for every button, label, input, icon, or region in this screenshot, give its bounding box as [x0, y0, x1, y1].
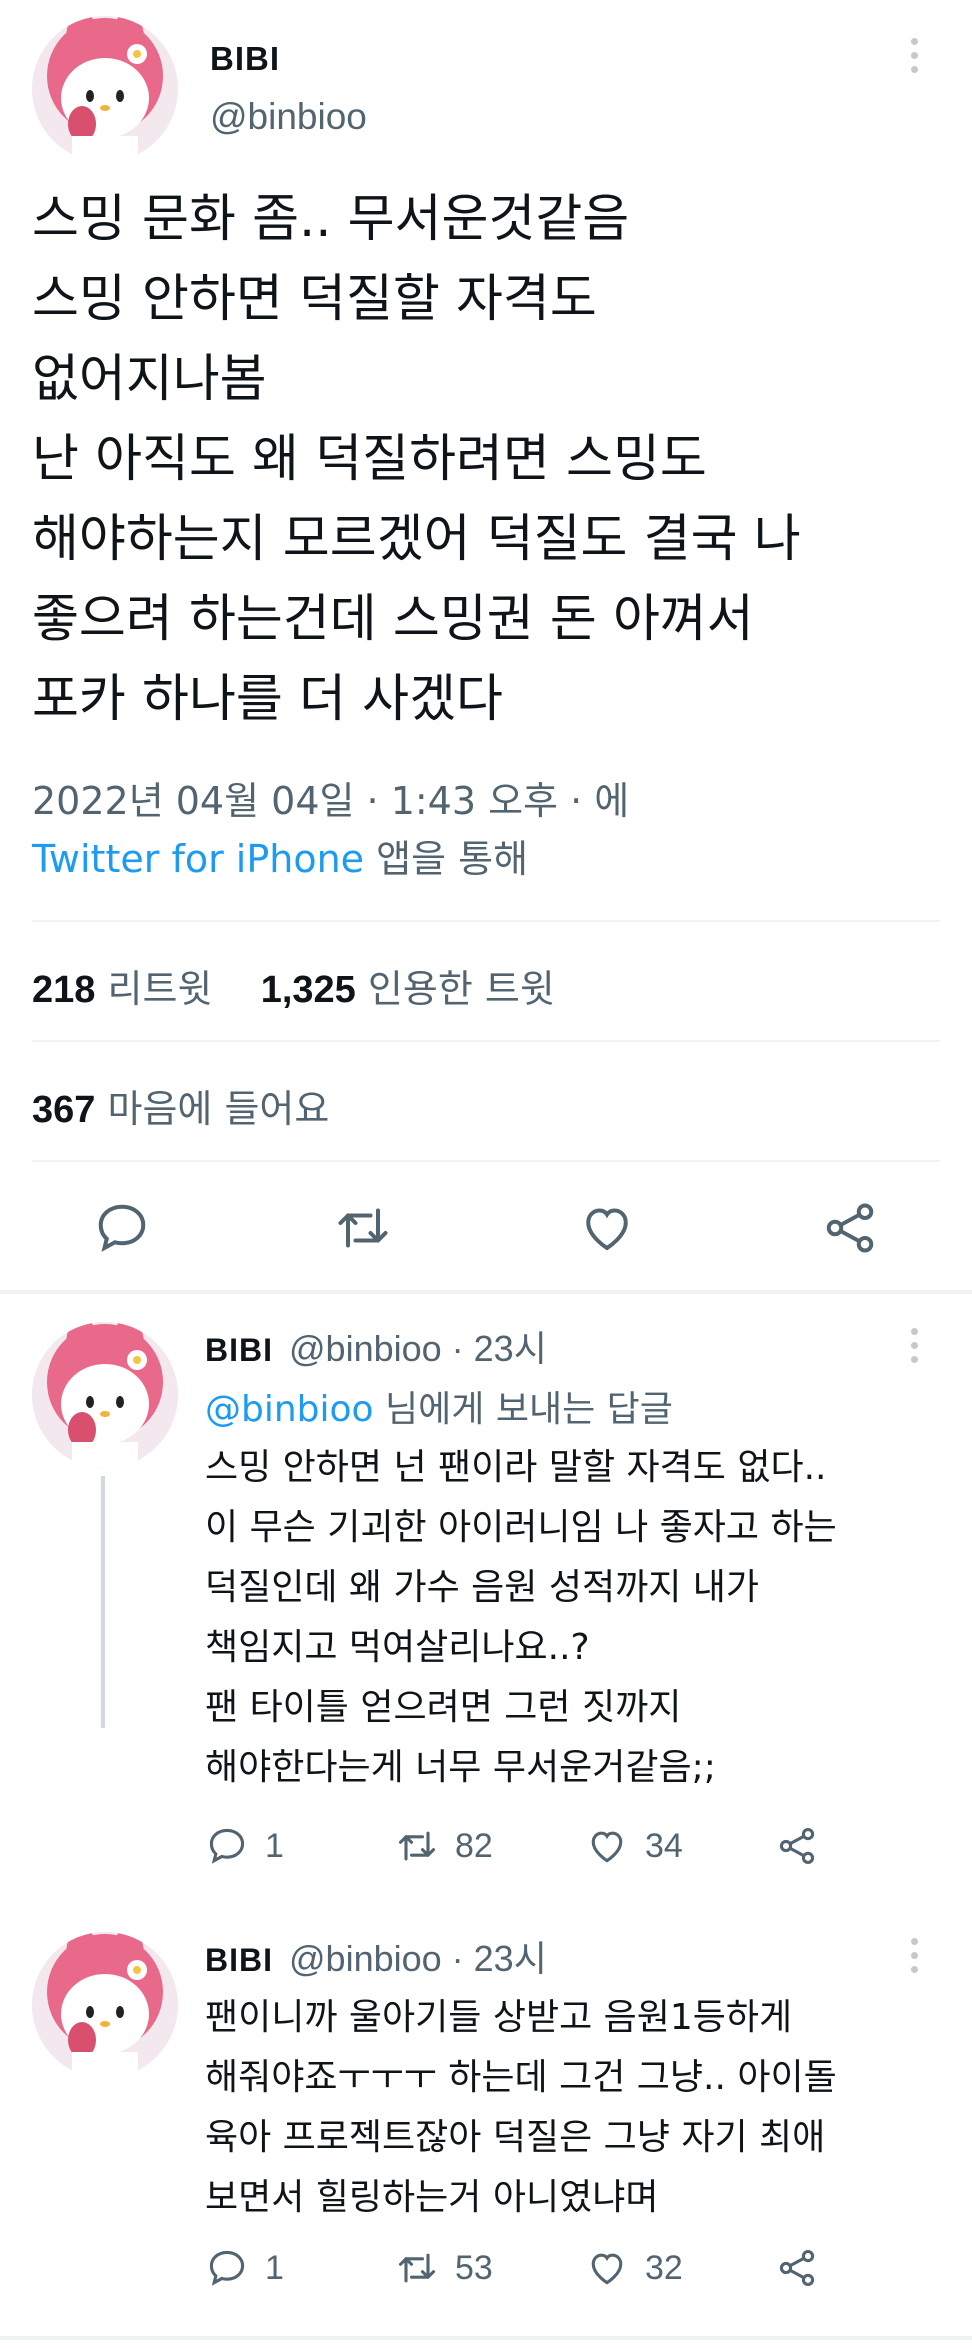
reply-count: 1	[265, 2248, 284, 2287]
tweet-page: BIBI @binbioo 스밍 문화 좀.. 무서운것같음 스밍 안하면 덕질…	[0, 0, 972, 2348]
reply-text-line: 스밍 안하면 넌 팬이라 말할 자격도 없다..	[205, 1447, 827, 1488]
avatar[interactable]	[32, 16, 178, 162]
like-count: 32	[645, 2248, 683, 2287]
tweet-source-suffix: 앱을 통해	[364, 837, 529, 881]
tweet-action-bar	[0, 1190, 972, 1260]
reply-text-line: 해야한다는게 너무 무서운거같음;;	[205, 1747, 716, 1788]
retweet-button[interactable]: 82	[395, 1824, 493, 1868]
more-options-icon[interactable]	[911, 38, 921, 73]
share-button[interactable]	[775, 2246, 819, 2290]
retweet-stat[interactable]: 218 리트윗	[32, 967, 212, 1011]
reply-header: BIBI @binbioo · 23시	[205, 1930, 547, 1982]
like-icon	[591, 1831, 623, 1863]
handle-and-time[interactable]: @binbioo · 23시	[289, 1328, 547, 1369]
avatar[interactable]	[32, 1322, 178, 1468]
thread-connector	[101, 1476, 105, 1728]
reply-action-bar: 1 82 34	[205, 1824, 945, 1874]
like-count: 367	[32, 1089, 96, 1131]
quote-stat[interactable]: 1,325 인용한 트윗	[261, 967, 555, 1011]
reply-action-bar: 1 53 32	[205, 2246, 945, 2296]
display-name[interactable]: BIBI	[205, 1942, 273, 1978]
mention-link[interactable]: @binbioo	[205, 1389, 374, 1430]
reply-text-line: 육아 프로젝트잖아 덕질은 그냥 자기 최애	[205, 2117, 826, 2158]
handle-and-time[interactable]: @binbioo · 23시	[289, 1938, 547, 1979]
likes-stat[interactable]: 367 마음에 들어요	[32, 1078, 329, 1133]
retweet-icon	[398, 2253, 436, 2283]
like-button[interactable]: 32	[585, 2246, 683, 2290]
replying-to-suffix: 님에게 보내는 답글	[373, 1389, 673, 1430]
section-divider	[0, 1290, 972, 1294]
my-melody-avatar-icon	[32, 1932, 178, 2078]
tweet-source-link[interactable]: Twitter for iPhone	[32, 837, 364, 881]
reply-button[interactable]: 1	[205, 1824, 284, 1868]
divider	[32, 920, 940, 922]
tweet-text-line: 포카 하나를 더 사겠다	[32, 670, 503, 729]
quote-label: 인용한 트윗	[367, 967, 555, 1011]
tweet-text-line: 좋으려 하는건데 스밍권 돈 아껴서	[32, 590, 754, 649]
share-icon[interactable]	[820, 1198, 880, 1258]
reply-text-line: 보면서 힐링하는거 아니였냐며	[205, 2177, 659, 2218]
more-options-icon[interactable]	[911, 1328, 921, 1363]
display-name[interactable]: BIBI	[210, 40, 280, 78]
like-icon[interactable]	[577, 1198, 637, 1258]
engagement-stats: 218 리트윗 1,325 인용한 트윗	[32, 958, 555, 1013]
user-handle[interactable]: @binbioo	[210, 96, 367, 138]
reply-text-line: 이 무슨 기괴한 아이러니임 나 좋자고 하는	[205, 1507, 837, 1548]
reply-text-line: 팬 타이틀 얻으려면 그런 짓까지	[205, 1687, 682, 1728]
tweet-meta: 2022년 04월 04일 · 1:43 오후 · 에 Twitter for …	[32, 772, 629, 888]
my-melody-avatar-icon	[32, 16, 178, 162]
reply-text: 팬이니까 울아기들 상받고 음원1등하게 해줘야죠ㅜㅜㅜ 하는데 그건 그냥..…	[205, 1988, 945, 2228]
divider	[32, 1160, 940, 1162]
reply-icon[interactable]	[92, 1198, 152, 1258]
reply-text-line: 팬이니까 울아기들 상받고 음원1등하게	[205, 1997, 793, 2038]
like-label: 마음에 들어요	[107, 1087, 330, 1131]
share-icon	[779, 1827, 815, 1865]
divider	[32, 1040, 940, 1042]
retweet-count: 53	[455, 2248, 493, 2287]
reply-count: 1	[265, 1826, 284, 1865]
like-count: 34	[645, 1826, 683, 1865]
retweet-count: 218	[32, 969, 96, 1011]
retweet-button[interactable]: 53	[395, 2246, 493, 2290]
tweet-text-line: 난 아직도 왜 덕질하려면 스밍도	[32, 430, 707, 489]
reply-text-line: 덕질인데 왜 가수 음원 성적까지 내가	[205, 1567, 760, 1608]
reply-text-line: 해줘야죠ㅜㅜㅜ 하는데 그건 그냥.. 아이돌	[205, 2057, 837, 2098]
my-melody-avatar-icon	[32, 1322, 178, 1468]
quote-count: 1,325	[260, 969, 356, 1011]
retweet-icon	[398, 1831, 436, 1861]
retweet-label: 리트윗	[107, 967, 213, 1011]
tweet-timestamp[interactable]: 2022년 04월 04일 · 1:43 오후 · 에	[32, 772, 629, 830]
like-button[interactable]: 34	[585, 1824, 683, 1868]
avatar[interactable]	[32, 1932, 178, 2078]
tweet-text-line: 해야하는지 모르겠어 덕질도 결국 나	[32, 510, 801, 569]
reply-icon	[209, 2250, 245, 2286]
like-icon	[591, 2253, 623, 2285]
share-icon	[779, 2249, 815, 2287]
reply-button[interactable]: 1	[205, 2246, 284, 2290]
tweet-text-line: 스밍 문화 좀.. 무서운것같음	[32, 190, 630, 249]
reply-header: BIBI @binbioo · 23시	[205, 1320, 547, 1372]
reply-icon	[209, 1828, 245, 1864]
reply-text: 스밍 안하면 넌 팬이라 말할 자격도 없다.. 이 무슨 기괴한 아이러니임 …	[205, 1438, 945, 1798]
retweet-icon[interactable]	[333, 1198, 393, 1258]
section-divider	[0, 2336, 972, 2340]
more-options-icon[interactable]	[911, 1938, 921, 1973]
reply-text-line: 책임지고 먹여살리나요..?	[205, 1627, 590, 1668]
retweet-count: 82	[455, 1826, 493, 1865]
display-name[interactable]: BIBI	[205, 1332, 273, 1368]
tweet-text-line: 스밍 안하면 덕질할 자격도	[32, 270, 597, 329]
share-button[interactable]	[775, 1824, 819, 1868]
replying-to: @binbioo 님에게 보내는 답글	[205, 1380, 673, 1432]
tweet-text: 스밍 문화 좀.. 무서운것같음 스밍 안하면 덕질할 자격도 없어지나봄 난 …	[32, 180, 952, 740]
tweet-text-line: 없어지나봄	[32, 350, 267, 409]
